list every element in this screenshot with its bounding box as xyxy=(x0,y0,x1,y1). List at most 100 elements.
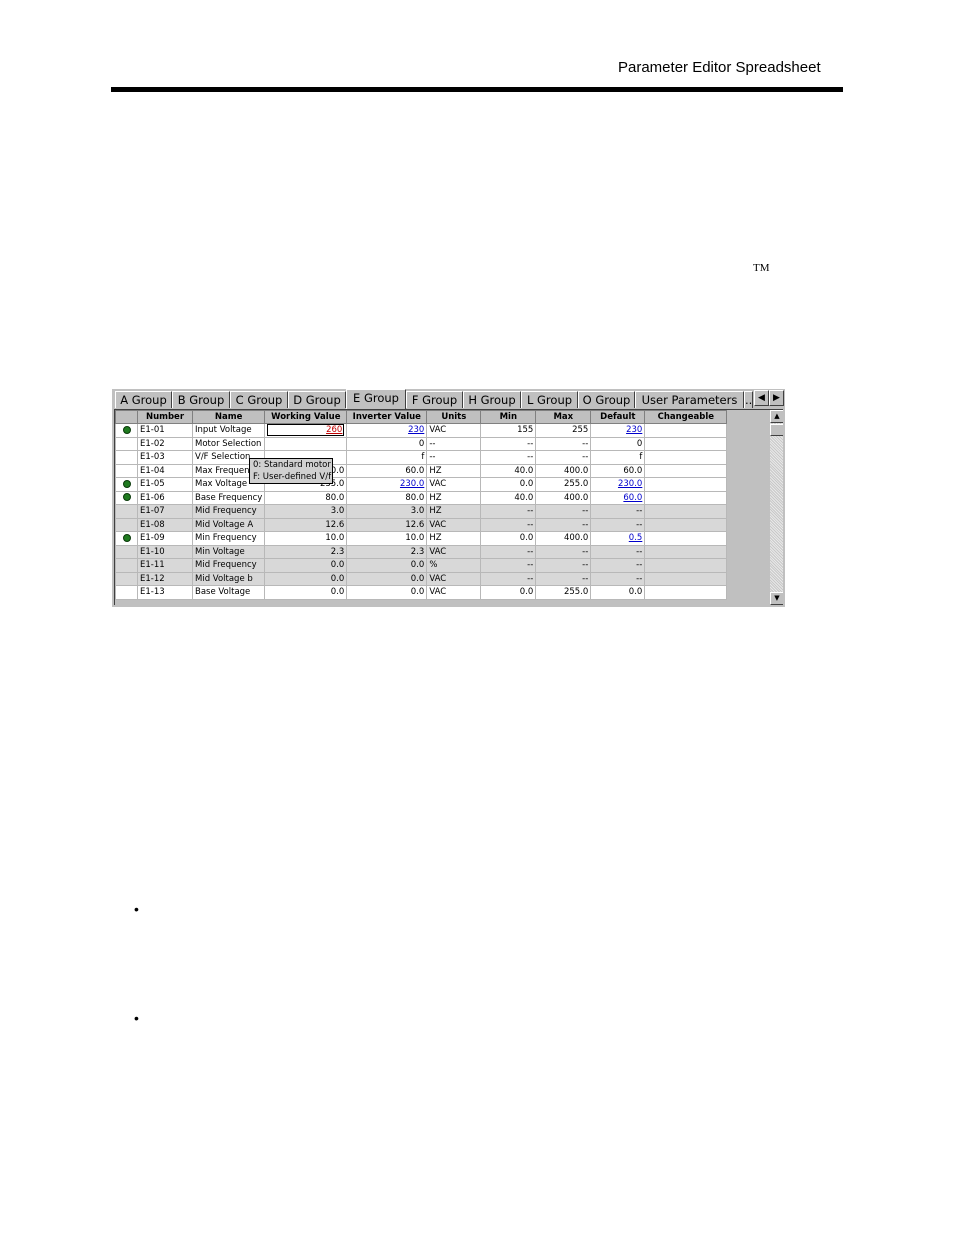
value-link[interactable]: 230 xyxy=(626,425,642,435)
cell-inverter-value: 230 xyxy=(346,423,428,438)
tab-a-group[interactable]: A Group xyxy=(115,391,172,408)
table-row[interactable]: E1-09 Min Frequency 10.0 10.0 HZ 0.0 400.0 0.5 xyxy=(115,531,728,546)
tab-overflow[interactable]: ... xyxy=(744,391,753,408)
cell-number: E1-01 xyxy=(137,423,193,438)
cell-max: -- xyxy=(535,517,592,532)
cell-working-value[interactable]: 3.0 xyxy=(264,504,348,519)
cell-max: -- xyxy=(535,436,592,451)
cell-working-value[interactable]: 260 xyxy=(264,423,348,438)
vertical-scrollbar[interactable]: ▲ ▼ xyxy=(770,410,783,605)
cell-working-value[interactable]: 2.3 xyxy=(264,544,348,559)
row-indicator-cell xyxy=(115,450,138,465)
cell-max: -- xyxy=(535,450,592,465)
table-row[interactable]: E1-12 Mid Voltage b 0.0 0.0 VAC -- -- -- xyxy=(115,571,728,586)
tab-o-group[interactable]: O Group xyxy=(578,391,635,408)
tab-f-group[interactable]: F Group xyxy=(406,391,463,408)
table-row[interactable]: E1-01 Input Voltage 260 230 VAC 155 255 230 xyxy=(115,423,728,438)
cell-max: -- xyxy=(535,544,592,559)
cell-changeable xyxy=(644,504,728,519)
col-header-max[interactable]: Max xyxy=(535,410,592,424)
table-row[interactable]: E1-05 Max Voltage 235.0 230.0 VAC 0.0 255.0 230… xyxy=(115,477,728,492)
cell-changeable xyxy=(644,571,728,586)
cell-working-value[interactable]: 0.0 xyxy=(264,558,348,573)
dropdown-option[interactable]: F: User-defined V/f xyxy=(250,471,332,483)
col-header-number[interactable]: Number xyxy=(137,410,193,424)
cell-default: -- xyxy=(590,504,646,519)
cell-changeable xyxy=(644,463,728,478)
tab-scroll-right-icon[interactable]: ▶ xyxy=(769,390,784,406)
col-header-name[interactable]: Name xyxy=(191,410,266,424)
cell-units: -- xyxy=(426,436,482,451)
tab-d-group[interactable]: D Group xyxy=(288,391,346,408)
tab-h-group[interactable]: H Group xyxy=(463,391,521,408)
tab-c-group[interactable]: C Group xyxy=(230,391,288,408)
col-header-changeable[interactable]: Changeable xyxy=(644,410,728,424)
cell-units: HZ xyxy=(426,531,482,546)
grid-frame: Number Name Working Value Inverter Value… xyxy=(114,409,783,605)
value-link[interactable]: 230 xyxy=(408,425,424,435)
value-link[interactable]: 60.0 xyxy=(623,493,642,503)
cell-units: VAC xyxy=(426,585,482,600)
cell-number: E1-05 xyxy=(137,477,193,492)
value-link[interactable]: 230.0 xyxy=(400,479,424,489)
row-indicator-cell xyxy=(115,544,138,559)
cell-units: VAC xyxy=(426,544,482,559)
scroll-up-icon[interactable]: ▲ xyxy=(770,410,783,423)
cell-working-value[interactable]: 10.0 xyxy=(264,531,348,546)
table-row[interactable]: E1-13 Base Voltage 0.0 0.0 VAC 0.0 255.0 0.0 xyxy=(115,585,728,600)
cell-default: -- xyxy=(590,517,646,532)
cell-number: E1-06 xyxy=(137,490,193,505)
cell-inverter-value: 3.0 xyxy=(346,504,428,519)
dropdown-option[interactable]: 0: Standard motor xyxy=(250,459,332,471)
value-link[interactable]: 0.5 xyxy=(629,533,643,543)
cell-inverter-value: 230.0 xyxy=(346,477,428,492)
row-indicator-cell xyxy=(115,436,138,451)
col-header-units[interactable]: Units xyxy=(426,410,482,424)
cell-working-value[interactable]: 12.6 xyxy=(264,517,348,532)
scroll-down-icon[interactable]: ▼ xyxy=(770,592,783,605)
cell-min: -- xyxy=(480,504,537,519)
cell-inverter-value: 60.0 xyxy=(346,463,428,478)
cell-name: Motor Selection xyxy=(191,436,266,451)
scroll-thumb[interactable] xyxy=(770,424,783,436)
parameter-spreadsheet: A Group B Group C Group D Group E Group … xyxy=(112,389,785,607)
table-row[interactable]: E1-08 Mid Voltage A 12.6 12.6 VAC -- -- -- xyxy=(115,517,728,532)
col-header-min[interactable]: Min xyxy=(480,410,537,424)
cell-working-value[interactable]: 80.0 xyxy=(264,490,348,505)
cell-working-value[interactable]: 0.0 xyxy=(264,585,348,600)
working-value-edit-input[interactable]: 260 xyxy=(267,424,345,437)
row-indicator-cell xyxy=(115,463,138,478)
table-row[interactable]: E1-10 Min Voltage 2.3 2.3 VAC -- -- -- xyxy=(115,544,728,559)
tab-user-parameters[interactable]: User Parameters xyxy=(635,391,744,408)
table-row[interactable]: E1-06 Base Frequency 80.0 80.0 HZ 40.0 400.0 60… xyxy=(115,490,728,505)
cell-working-value[interactable] xyxy=(264,436,348,451)
table-row[interactable]: E1-02 Motor Selection 0 -- -- -- 0 xyxy=(115,436,728,451)
cell-default: -- xyxy=(590,571,646,586)
bullet-point: • xyxy=(134,901,139,917)
table-row[interactable]: E1-03 V/F Selection f -- -- -- f xyxy=(115,450,728,465)
table-row[interactable]: E1-11 Mid Frequency 0.0 0.0% -- -- -- xyxy=(115,558,728,573)
cell-name: Mid Frequency xyxy=(191,558,266,573)
value-link[interactable]: 230.0 xyxy=(618,479,642,489)
tab-l-group[interactable]: L Group xyxy=(521,391,578,408)
trademark-symbol: TM xyxy=(753,262,770,274)
tab-b-group[interactable]: B Group xyxy=(172,391,230,408)
cell-default: -- xyxy=(590,544,646,559)
cell-number: E1-04 xyxy=(137,463,193,478)
cell-inverter-value: f xyxy=(346,450,428,465)
cell-changeable xyxy=(644,423,728,438)
col-header-inverter-value[interactable]: Inverter Value xyxy=(346,410,428,424)
cell-number: E1-07 xyxy=(137,504,193,519)
cell-working-value[interactable]: 0.0 xyxy=(264,571,348,586)
col-header-working-value[interactable]: Working Value xyxy=(264,410,348,424)
col-header-default[interactable]: Default xyxy=(590,410,646,424)
table-row[interactable]: E1-04 Max Frequency 60.0 60.0 HZ 40.0 400.0 60.… xyxy=(115,463,728,478)
cell-max: -- xyxy=(535,504,592,519)
cell-default: -- xyxy=(590,558,646,573)
motor-selection-dropdown[interactable]: 0: Standard motor F: User-defined V/f xyxy=(249,458,333,484)
tab-e-group[interactable]: E Group xyxy=(346,389,406,409)
tab-scroll-left-icon[interactable]: ◀ xyxy=(754,390,769,406)
row-indicator-cell xyxy=(115,571,138,586)
cell-max: 400.0 xyxy=(535,531,592,546)
table-row[interactable]: E1-07 Mid Frequency 3.0 3.0 HZ -- -- -- xyxy=(115,504,728,519)
